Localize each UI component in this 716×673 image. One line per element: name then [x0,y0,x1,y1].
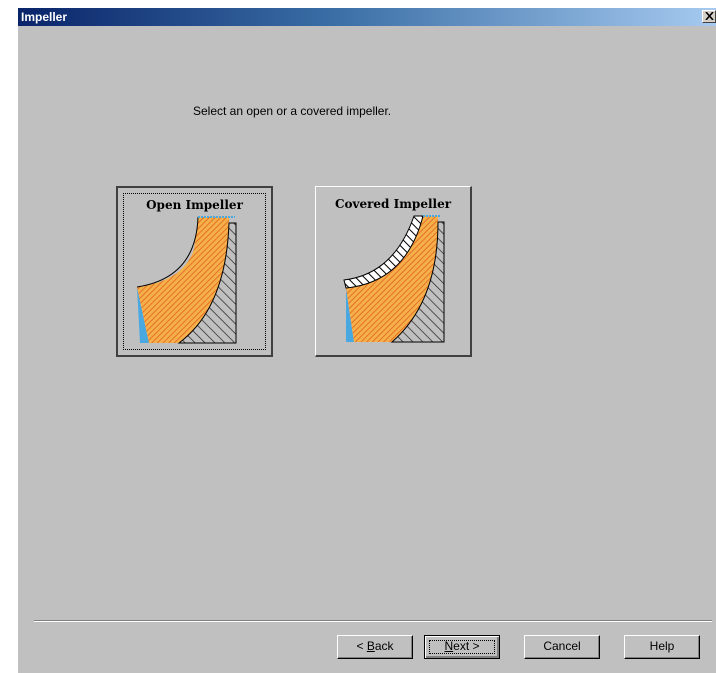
covered-impeller-button[interactable]: Covered Impeller [315,186,472,357]
impeller-dialog: Impeller Select an open or a covered imp… [18,8,716,673]
cancel-button[interactable]: Cancel [524,635,600,659]
open-impeller-icon [136,216,237,344]
open-impeller-label: Open Impeller [146,198,243,212]
next-label: Next > [444,639,480,653]
back-button[interactable]: < Back [337,635,413,659]
open-impeller-button[interactable]: Open Impeller [116,186,273,357]
help-button[interactable]: Help [624,635,700,659]
background-strip [0,0,18,673]
window-title: Impeller [21,10,68,24]
help-label: Help [649,639,675,653]
next-button[interactable]: Next > [424,635,500,659]
close-button[interactable] [702,10,716,23]
title-bar[interactable]: Impeller [18,8,716,26]
close-icon [705,12,714,20]
cancel-label: Cancel [543,639,581,653]
covered-impeller-icon [343,215,445,343]
instruction-text: Select an open or a covered impeller. [193,104,392,118]
separator-highlight [34,621,712,622]
back-label: < Back [356,639,394,653]
covered-impeller-label: Covered Impeller [334,197,452,211]
